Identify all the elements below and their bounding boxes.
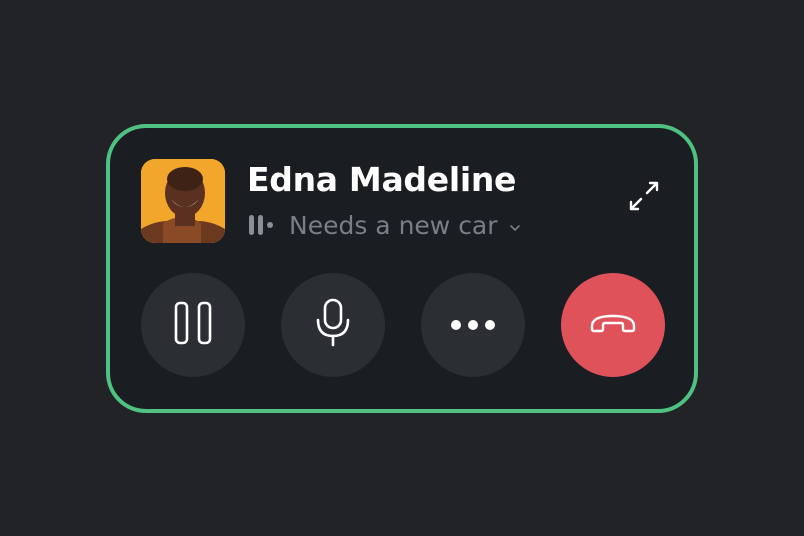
status-text: Needs a new car (289, 210, 498, 240)
microphone-icon (313, 298, 353, 352)
avatar (141, 159, 225, 243)
audio-level-icon (247, 210, 277, 240)
hang-up-button[interactable] (561, 273, 665, 377)
pause-button[interactable] (141, 273, 245, 377)
hang-up-phone-icon (588, 312, 638, 338)
pause-icon (173, 301, 213, 349)
contact-name: Edna Madeline (247, 160, 517, 199)
mute-button[interactable] (281, 273, 385, 377)
more-dots-icon (450, 316, 496, 335)
expand-icon (626, 178, 662, 218)
call-controls (141, 273, 668, 377)
chevron-down-icon (508, 220, 522, 234)
status-dropdown[interactable]: Needs a new car (247, 210, 522, 240)
expand-button[interactable] (624, 178, 664, 218)
call-card: Edna Madeline Needs a new car (106, 124, 698, 413)
more-options-button[interactable] (421, 273, 525, 377)
